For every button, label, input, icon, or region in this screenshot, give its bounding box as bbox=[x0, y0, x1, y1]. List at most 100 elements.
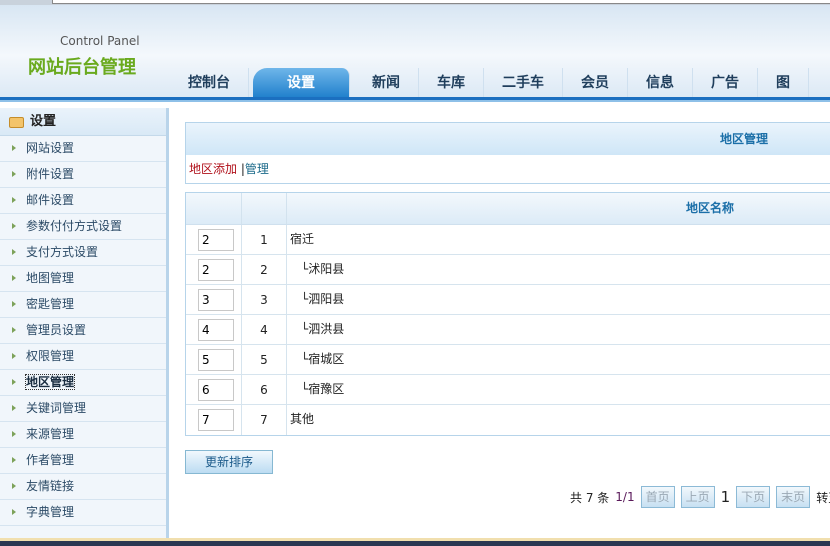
order-cell bbox=[186, 345, 242, 374]
sidebar-item-label: 友情链接 bbox=[26, 479, 75, 493]
id-cell: 7 bbox=[242, 405, 287, 435]
footer-bar bbox=[0, 538, 830, 546]
nav-divider bbox=[0, 97, 830, 102]
site-logo: 网站后台管理 bbox=[28, 57, 136, 78]
sidebar-item-label: 密匙管理 bbox=[26, 297, 75, 311]
region-name-cell: └宿城区 bbox=[301, 352, 345, 366]
address-field[interactable] bbox=[52, 0, 830, 4]
sidebar-item[interactable]: 关键词管理 bbox=[0, 396, 166, 422]
order-input[interactable] bbox=[198, 229, 234, 251]
nav-tab[interactable]: 车库 bbox=[419, 68, 484, 98]
goto-label: 转至 bbox=[816, 490, 830, 505]
pagination: 共 7 条 1/1 首页 上页 1 下页 末页 转至 bbox=[570, 486, 830, 508]
sidebar-item[interactable]: 邮件设置 bbox=[0, 188, 166, 214]
order-input[interactable] bbox=[198, 289, 234, 311]
order-cell bbox=[186, 255, 242, 284]
order-input[interactable] bbox=[198, 349, 234, 371]
nav-tab[interactable]: 图 bbox=[758, 68, 809, 98]
page-indicator: 1/1 bbox=[615, 490, 635, 504]
region-panel: 地区管理 地区添加 |管理 bbox=[185, 122, 830, 184]
first-page-button[interactable]: 首页 bbox=[640, 486, 675, 508]
sidebar-item-label: 地图管理 bbox=[26, 271, 75, 285]
sidebar-item-label: 字典管理 bbox=[26, 505, 75, 519]
sidebar-item-label: 附件设置 bbox=[26, 167, 75, 181]
header-region-name: 地区名称 bbox=[685, 201, 734, 215]
sidebar-item[interactable]: 管理员设置 bbox=[0, 318, 166, 344]
order-input[interactable] bbox=[198, 379, 234, 401]
sidebar-item-label: 地区管理 bbox=[24, 374, 76, 390]
sidebar-item[interactable]: 支付方式设置 bbox=[0, 240, 166, 266]
sidebar-title: 设置 bbox=[30, 114, 57, 129]
region-name-cell: └宿豫区 bbox=[301, 382, 345, 396]
region-name-cell: └沭阳县 bbox=[301, 262, 345, 276]
region-name-cell: 宿迁 bbox=[290, 232, 315, 246]
nav-tab[interactable]: 二手车 bbox=[484, 68, 563, 98]
table-row: 5 └宿城区 bbox=[186, 345, 830, 375]
region-name-cell: 其他 bbox=[290, 412, 315, 426]
sidebar-header[interactable]: 设置 bbox=[0, 108, 166, 136]
sidebar-item[interactable]: 附件设置 bbox=[0, 162, 166, 188]
action-links: 地区添加 |管理 bbox=[186, 155, 830, 183]
main-content: 地区管理 地区添加 |管理 地区名称 1宿迁2 └沭阳县 3 └泗阳县 4 └泗洪县 5 └宿… bbox=[185, 122, 830, 474]
last-page-button[interactable]: 末页 bbox=[776, 486, 811, 508]
sidebar-item[interactable]: 地图管理 bbox=[0, 266, 166, 292]
nav-tab[interactable]: 信息 bbox=[628, 68, 693, 98]
sidebar-item[interactable]: 参数付付方式设置 bbox=[0, 214, 166, 240]
table-row: 7其他 bbox=[186, 405, 830, 435]
header-id bbox=[242, 193, 287, 224]
sidebar-item-label: 支付方式设置 bbox=[26, 245, 99, 259]
panel-title: 地区管理 bbox=[186, 123, 830, 155]
table-row: 1宿迁 bbox=[186, 225, 830, 255]
order-input[interactable] bbox=[198, 319, 234, 341]
sidebar-item[interactable]: 友情链接 bbox=[0, 474, 166, 500]
total-count: 共 7 条 bbox=[570, 490, 610, 505]
table-header: 地区名称 bbox=[186, 193, 830, 225]
header-subtitle: Control Panel bbox=[60, 34, 140, 48]
sidebar-item[interactable]: 字典管理 bbox=[0, 500, 166, 526]
sidebar-item-label: 邮件设置 bbox=[26, 193, 75, 207]
sidebar-item-label: 权限管理 bbox=[26, 349, 75, 363]
order-cell bbox=[186, 375, 242, 404]
id-cell: 6 bbox=[242, 375, 287, 404]
id-cell: 1 bbox=[242, 225, 287, 254]
nav-tab[interactable]: 新闻 bbox=[354, 68, 419, 98]
nav-tab[interactable]: 会员 bbox=[563, 68, 628, 98]
id-cell: 4 bbox=[242, 315, 287, 344]
sidebar-item[interactable]: 权限管理 bbox=[0, 344, 166, 370]
id-cell: 5 bbox=[242, 345, 287, 374]
nav-tab[interactable]: 广告 bbox=[693, 68, 758, 98]
manage-link[interactable]: 管理 bbox=[245, 162, 269, 176]
sidebar-item[interactable]: 网站设置 bbox=[0, 136, 166, 162]
region-name-cell: └泗阳县 bbox=[301, 292, 345, 306]
prev-page-button[interactable]: 上页 bbox=[680, 486, 715, 508]
region-name-cell: └泗洪县 bbox=[301, 322, 345, 336]
sidebar-item-label: 来源管理 bbox=[26, 427, 75, 441]
order-cell bbox=[186, 225, 242, 254]
sidebar-item-label: 关键词管理 bbox=[26, 401, 87, 415]
sidebar-item-label: 参数付付方式设置 bbox=[26, 219, 123, 233]
folder-icon bbox=[9, 117, 24, 128]
id-cell: 2 bbox=[242, 255, 287, 284]
add-region-link[interactable]: 地区添加 bbox=[189, 162, 237, 176]
region-table: 地区名称 1宿迁2 └沭阳县 3 └泗阳县 4 └泗洪县 5 └宿城区 6 └宿豫区 7其他 bbox=[185, 192, 830, 436]
sidebar-item-label: 管理员设置 bbox=[26, 323, 87, 337]
order-cell bbox=[186, 285, 242, 314]
sidebar-item[interactable]: 密匙管理 bbox=[0, 292, 166, 318]
order-input[interactable] bbox=[198, 259, 234, 281]
table-row: 3 └泗阳县 bbox=[186, 285, 830, 315]
header: Control Panel 网站后台管理 控制台 设置 新闻 车库 二手车 会员 信息 广告图 bbox=[0, 5, 830, 98]
update-order-button[interactable]: 更新排序 bbox=[185, 450, 273, 474]
current-page: 1 bbox=[720, 488, 731, 506]
order-cell bbox=[186, 405, 242, 435]
nav-tab[interactable]: 设置 bbox=[253, 68, 350, 98]
main-nav: 控制台 设置 新闻 车库 二手车 会员 信息 广告图 bbox=[170, 68, 809, 98]
sidebar-item[interactable]: 作者管理 bbox=[0, 448, 166, 474]
next-page-button[interactable]: 下页 bbox=[736, 486, 771, 508]
table-row: 4 └泗洪县 bbox=[186, 315, 830, 345]
nav-tab[interactable]: 控制台 bbox=[170, 68, 249, 98]
order-input[interactable] bbox=[198, 409, 234, 431]
sidebar-item[interactable]: 地区管理 bbox=[0, 370, 166, 396]
table-row: 6 └宿豫区 bbox=[186, 375, 830, 405]
sidebar-item[interactable]: 来源管理 bbox=[0, 422, 166, 448]
sidebar-item-label: 作者管理 bbox=[26, 453, 75, 467]
